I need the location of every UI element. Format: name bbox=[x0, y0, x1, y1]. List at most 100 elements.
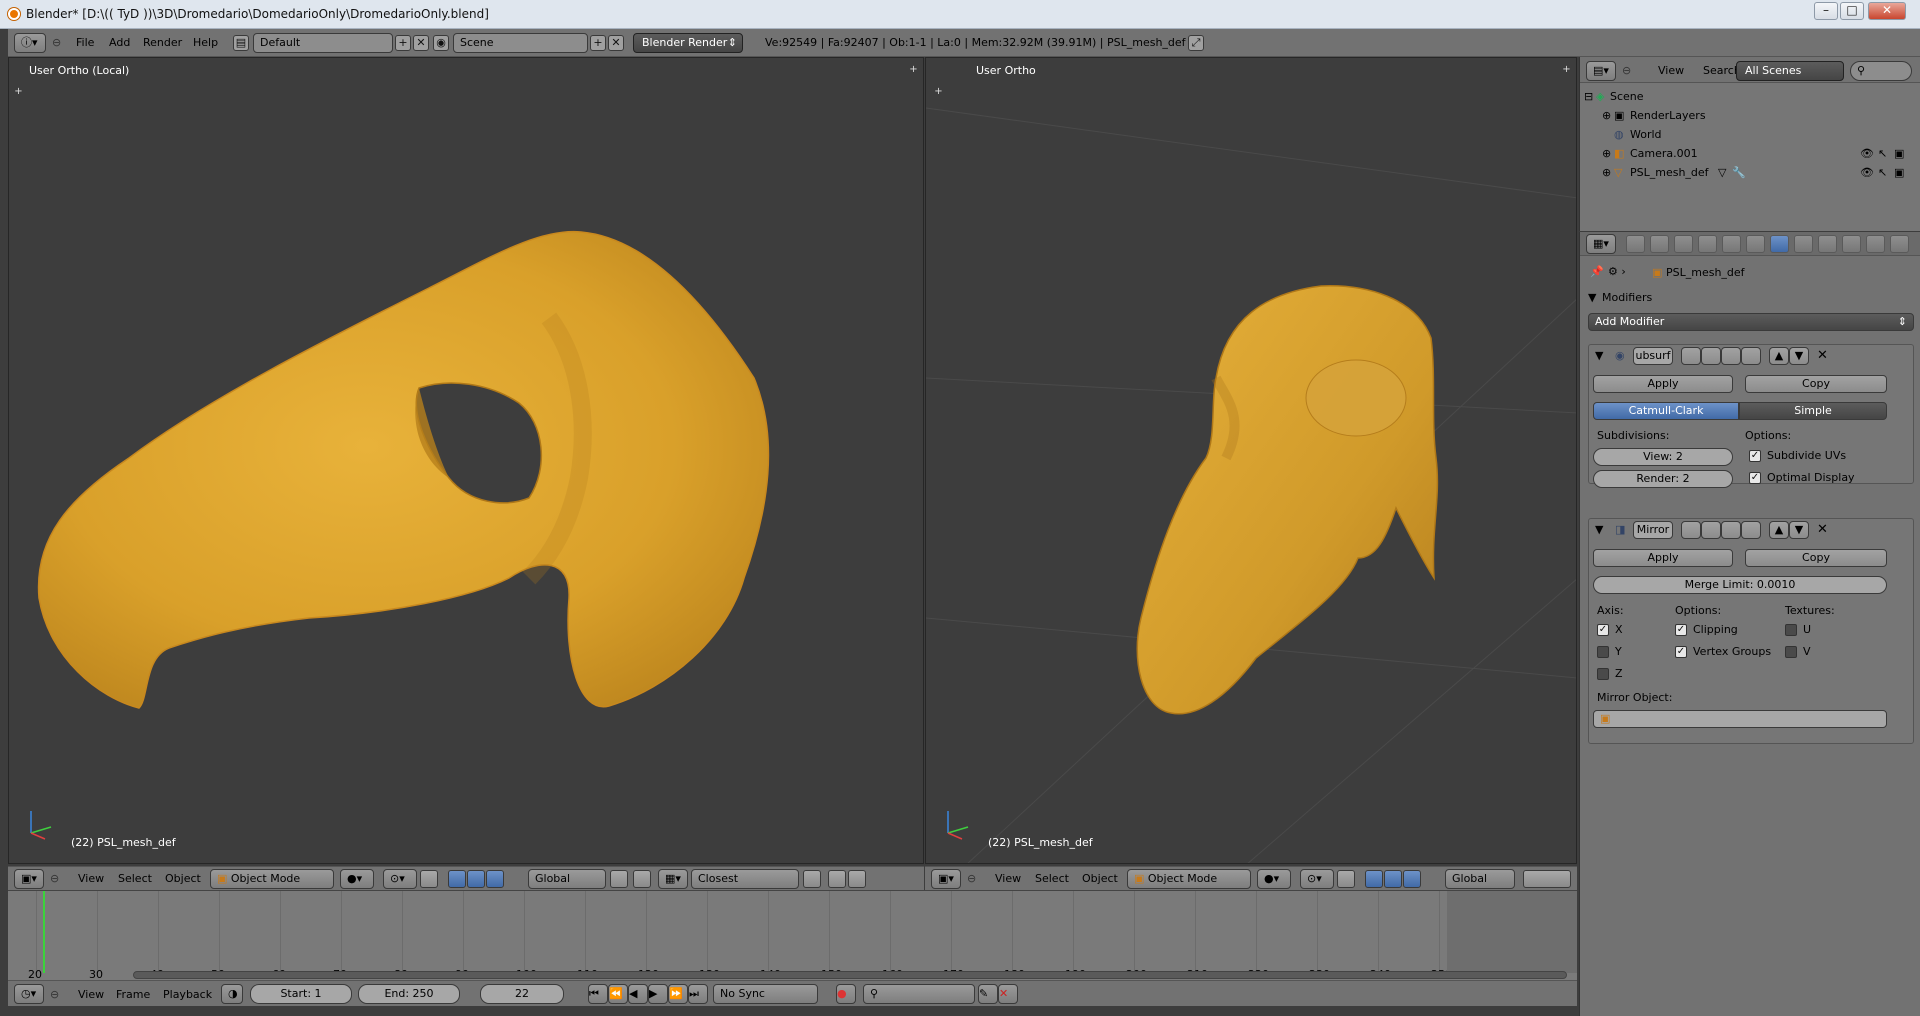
render-tab-icon[interactable] bbox=[1626, 235, 1645, 253]
mode-selector[interactable]: ▣ Object Mode bbox=[210, 869, 334, 889]
snap-icon[interactable] bbox=[633, 870, 651, 888]
pin-icon[interactable]: 📌 bbox=[1590, 265, 1604, 278]
current-frame-field[interactable]: 22 bbox=[480, 984, 564, 1004]
optimal-display-checkbox[interactable]: ✓ bbox=[1749, 472, 1761, 484]
show-on-cage-icon[interactable] bbox=[1741, 347, 1761, 365]
shading-selector[interactable]: ●▾ bbox=[340, 869, 374, 889]
translate-icon[interactable] bbox=[1365, 870, 1383, 888]
outliner-item-renderlayers[interactable]: ⊕ ▣ RenderLayers bbox=[1580, 106, 1920, 125]
viewport-right[interactable]: User Ortho + + (22) PSL_mesh_def bbox=[925, 57, 1577, 864]
visibility-eye-icon[interactable]: 👁 bbox=[1860, 147, 1874, 160]
remove-modifier-icon[interactable]: ✕ bbox=[1817, 522, 1828, 537]
camera-render-icon[interactable] bbox=[828, 870, 846, 888]
expand-icon[interactable]: ⊟ bbox=[1584, 90, 1593, 103]
manipulator-toggle-icon[interactable] bbox=[420, 870, 438, 888]
modifier-name-field[interactable]: ubsurf bbox=[1633, 347, 1673, 365]
show-on-cage-icon[interactable] bbox=[1741, 521, 1761, 539]
expand-icon[interactable]: ⊕ bbox=[1602, 166, 1611, 179]
editor-type-button[interactable]: ▣▾ bbox=[14, 869, 44, 889]
layers-grid-icon[interactable] bbox=[1523, 870, 1571, 888]
proportional-edit-icon[interactable] bbox=[610, 870, 628, 888]
texture-v-checkbox[interactable] bbox=[1785, 646, 1797, 658]
snap-element-selector[interactable]: ▦▾ bbox=[658, 869, 688, 889]
menu-playback[interactable]: Playback bbox=[163, 988, 212, 1001]
orientation-selector[interactable]: Global bbox=[1445, 869, 1515, 889]
rotate-icon[interactable] bbox=[1384, 870, 1402, 888]
delete-keyframe-icon[interactable]: ✕ bbox=[998, 984, 1018, 1004]
renderable-camera-icon[interactable]: ▣ bbox=[1894, 166, 1904, 179]
axis-y-checkbox[interactable] bbox=[1597, 646, 1609, 658]
remove-modifier-icon[interactable]: ✕ bbox=[1817, 348, 1828, 363]
outliner-search-field[interactable]: ⚲ bbox=[1850, 61, 1912, 81]
axis-x-checkbox[interactable]: ✓ bbox=[1597, 624, 1609, 636]
collapse-icon[interactable]: ▼ bbox=[1595, 523, 1603, 536]
object-tab-icon[interactable] bbox=[1722, 235, 1741, 253]
end-frame-field[interactable]: End: 250 bbox=[358, 984, 460, 1004]
editor-type-button[interactable]: ▤▾ bbox=[1586, 61, 1616, 81]
show-viewport-icon[interactable] bbox=[1701, 347, 1721, 365]
menu-view[interactable]: View bbox=[1658, 64, 1684, 77]
film-icon[interactable] bbox=[848, 870, 866, 888]
subdivide-uvs-checkbox[interactable]: ✓ bbox=[1749, 450, 1761, 462]
remove-layout-icon[interactable]: ✕ bbox=[413, 35, 429, 51]
editor-type-button[interactable]: ◷▾ bbox=[14, 984, 44, 1004]
expand-icon[interactable]: ⊕ bbox=[1602, 109, 1611, 122]
show-editmode-icon[interactable] bbox=[1721, 347, 1741, 365]
display-mode-selector[interactable]: All Scenes bbox=[1736, 61, 1844, 81]
merge-limit-field[interactable]: Merge Limit: 0.0010 bbox=[1593, 576, 1887, 594]
prev-keyframe-icon[interactable]: ⏪ bbox=[608, 984, 628, 1004]
apply-button[interactable]: Apply bbox=[1593, 375, 1733, 393]
menu-object[interactable]: Object bbox=[1082, 872, 1118, 885]
snap-target-selector[interactable]: Closest bbox=[691, 869, 799, 889]
scene-tab-icon[interactable] bbox=[1674, 235, 1693, 253]
move-up-icon[interactable]: ▲ bbox=[1769, 521, 1789, 539]
collapse-icon[interactable]: ▼ bbox=[1595, 349, 1603, 362]
add-layout-icon[interactable]: + bbox=[395, 35, 411, 51]
expand-icon[interactable]: ⊕ bbox=[1602, 147, 1611, 160]
collapse-icon[interactable]: ⊖ bbox=[50, 872, 59, 885]
move-up-icon[interactable]: ▲ bbox=[1769, 347, 1789, 365]
fullscreen-icon[interactable]: ⤢ bbox=[1188, 35, 1204, 51]
editor-type-button[interactable]: ⓘ▾ bbox=[14, 33, 46, 53]
menu-help[interactable]: Help bbox=[193, 36, 218, 49]
menu-select[interactable]: Select bbox=[118, 872, 152, 885]
texture-u-checkbox[interactable] bbox=[1785, 624, 1797, 636]
play-reverse-icon[interactable]: ◀ bbox=[628, 984, 648, 1004]
sync-selector[interactable]: No Sync bbox=[713, 984, 818, 1004]
menu-file[interactable]: File bbox=[76, 36, 94, 49]
world-tab-icon[interactable] bbox=[1698, 235, 1717, 253]
selectable-cursor-icon[interactable]: ↖ bbox=[1878, 166, 1887, 179]
maximize-button[interactable]: □ bbox=[1840, 2, 1864, 20]
visibility-eye-icon[interactable]: 👁 bbox=[1860, 166, 1874, 179]
modifiers-tab-icon[interactable] bbox=[1770, 235, 1789, 253]
show-render-icon[interactable] bbox=[1681, 521, 1701, 539]
record-icon[interactable]: ● bbox=[836, 984, 856, 1004]
editor-type-button[interactable]: ▣▾ bbox=[931, 869, 961, 889]
modifier-name-field[interactable]: Mirror bbox=[1633, 521, 1673, 539]
simple-button[interactable]: Simple bbox=[1739, 402, 1887, 420]
particles-tab-icon[interactable] bbox=[1866, 235, 1885, 253]
scale-icon[interactable] bbox=[486, 870, 504, 888]
menu-select[interactable]: Select bbox=[1035, 872, 1069, 885]
catmull-clark-button[interactable]: Catmull-Clark bbox=[1593, 402, 1739, 420]
data-tab-icon[interactable] bbox=[1794, 235, 1813, 253]
texture-tab-icon[interactable] bbox=[1842, 235, 1861, 253]
show-editmode-icon[interactable] bbox=[1721, 521, 1741, 539]
render-layers-tab-icon[interactable] bbox=[1650, 235, 1669, 253]
axis-z-checkbox[interactable] bbox=[1597, 668, 1609, 680]
render-engine-selector[interactable]: Blender Render ⇕ bbox=[633, 33, 743, 53]
layout-icon[interactable]: ▤ bbox=[233, 35, 249, 51]
menu-object[interactable]: Object bbox=[165, 872, 201, 885]
editor-type-button[interactable]: ▦▾ bbox=[1586, 234, 1616, 254]
add-modifier-button[interactable]: Add Modifier ⇕ bbox=[1588, 313, 1914, 331]
menu-add[interactable]: Add bbox=[109, 36, 130, 49]
scale-icon[interactable] bbox=[1403, 870, 1421, 888]
physics-tab-icon[interactable] bbox=[1890, 235, 1909, 253]
add-scene-icon[interactable]: + bbox=[590, 35, 606, 51]
translate-icon[interactable] bbox=[448, 870, 466, 888]
close-window-button[interactable]: ✕ bbox=[1868, 2, 1906, 20]
insert-keyframe-icon[interactable]: ✎ bbox=[978, 984, 998, 1004]
menu-view[interactable]: View bbox=[78, 872, 104, 885]
copy-button[interactable]: Copy bbox=[1745, 549, 1887, 567]
layout-selector[interactable]: Default bbox=[253, 33, 393, 53]
